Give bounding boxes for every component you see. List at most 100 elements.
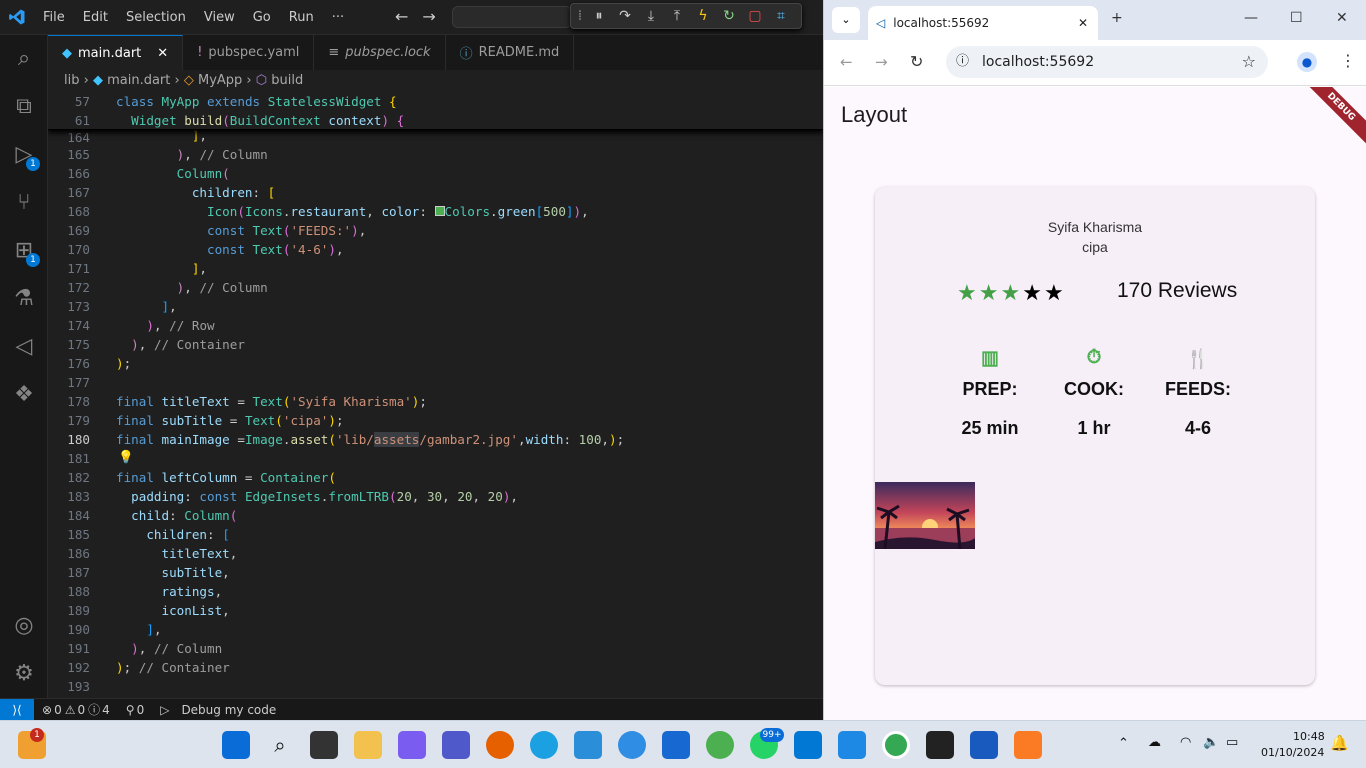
hot-reload-icon[interactable]: ϟ [691, 8, 715, 24]
tray-chevron-icon[interactable]: ⌃ [1118, 736, 1129, 751]
start-windows-icon[interactable] [222, 731, 250, 759]
search-icon[interactable]: ⌕ [10, 45, 38, 73]
ports-count[interactable]: 0 [137, 703, 145, 717]
whatsapp-badge: 99+ [760, 728, 784, 742]
xampp-icon[interactable] [1014, 731, 1042, 759]
tab-pubspec-lock[interactable]: ≡ pubspec.lock [314, 35, 446, 70]
teams-icon[interactable] [442, 731, 470, 759]
source-control-icon[interactable]: ⑂ [10, 189, 38, 217]
copilot-icon[interactable] [398, 731, 426, 759]
stop-icon[interactable]: ▢ [743, 8, 767, 24]
remote-icon[interactable]: ⟩⟨ [0, 698, 34, 721]
warning-count[interactable]: 0 [77, 703, 85, 717]
store-icon[interactable] [662, 731, 690, 759]
site-info-icon[interactable]: ⓘ [956, 46, 969, 78]
browser-tab[interactable]: ◁ localhost:55692 ✕ [868, 6, 1098, 40]
flutter-app: DEBUG Layout Syifa Kharisma cipa ★ ★ ★ ★ ★ 1… [824, 87, 1366, 720]
menu-more[interactable]: ··· [323, 0, 353, 35]
ports-icon[interactable]: ⚲ [126, 703, 135, 717]
new-tab-icon[interactable]: + [1111, 10, 1123, 26]
address-bar[interactable]: ⓘ localhost:55692 ☆ [946, 46, 1268, 78]
vscode-taskbar-icon[interactable] [794, 731, 822, 759]
menu-kebab-icon[interactable]: ⋮ [1340, 51, 1356, 70]
forward-icon[interactable]: → [875, 53, 888, 71]
breadcrumb-file[interactable]: main.dart [107, 73, 170, 88]
bookmark-star-icon[interactable]: ☆ [1242, 46, 1256, 78]
code-editor[interactable]: 57 class MyApp extends StatelessWidget { … [48, 92, 823, 698]
volume-icon[interactable]: 🔈 [1203, 735, 1219, 750]
photos-icon[interactable] [838, 731, 866, 759]
testing-icon[interactable]: ⚗ [10, 285, 38, 313]
figma-icon[interactable]: ❖ [10, 381, 38, 409]
command-center[interactable] [452, 6, 572, 28]
myhp-icon[interactable] [574, 731, 602, 759]
profile-avatar-icon[interactable]: ● [1297, 52, 1317, 72]
info-icon: ⓘ [459, 47, 473, 62]
back-arrow-icon[interactable]: ← [395, 7, 408, 26]
minimize-icon[interactable]: — [1244, 10, 1258, 26]
breadcrumb-method[interactable]: build [271, 73, 303, 88]
breadcrumb-class[interactable]: MyApp [198, 73, 242, 88]
info-icon[interactable]: ⓘ [88, 701, 100, 718]
step-into-icon[interactable]: ⤓ [639, 8, 663, 24]
pause-icon[interactable]: ⏸ [587, 8, 611, 24]
menu-selection[interactable]: Selection [117, 0, 195, 35]
word-icon[interactable] [970, 731, 998, 759]
cook-value: 1 hr [1077, 418, 1111, 438]
menu-go[interactable]: Go [244, 0, 280, 35]
firefox-icon[interactable] [486, 731, 514, 759]
warning-icon[interactable]: ⚠ [65, 703, 76, 717]
breadcrumb-lib[interactable]: lib [64, 73, 79, 88]
terminal-icon[interactable] [926, 731, 954, 759]
tab-main-dart[interactable]: ◆ main.dart ✕ [48, 35, 184, 70]
error-count[interactable]: 0 [54, 703, 62, 717]
clock-date[interactable]: 01/10/2024 [1261, 746, 1324, 759]
task-view-icon[interactable] [310, 731, 338, 759]
account-icon[interactable]: ◎ [10, 612, 38, 640]
close-icon[interactable]: ✕ [157, 46, 168, 61]
onedrive-icon[interactable]: ☁ [1148, 735, 1161, 750]
error-icon[interactable]: ⊗ [42, 703, 52, 717]
restart-icon[interactable]: ↻ [717, 8, 741, 24]
chrome-icon[interactable] [706, 731, 734, 759]
explorer-icon[interactable]: ⧉ [10, 93, 38, 121]
maximize-icon[interactable]: ☐ [1290, 10, 1303, 26]
chrome-active-icon[interactable] [882, 731, 910, 759]
battery-icon[interactable]: ▭ [1226, 735, 1238, 750]
wifi-icon[interactable]: ◠ [1180, 735, 1191, 750]
debug-config-label[interactable]: Debug my code [181, 703, 276, 717]
devtools-icon[interactable]: ⌗ [769, 8, 793, 24]
file-explorer-icon[interactable] [354, 731, 382, 759]
menu-file[interactable]: File [34, 0, 74, 35]
notification-bell-icon[interactable]: 🔔 [1330, 734, 1349, 752]
star-filled-icon: ★ [978, 281, 999, 306]
tab-pubspec-yaml[interactable]: ! pubspec.yaml [183, 35, 315, 70]
menu-view[interactable]: View [195, 0, 244, 35]
reload-icon[interactable]: ↻ [910, 52, 923, 71]
window-close-icon[interactable]: ✕ [1336, 10, 1348, 26]
edge-icon[interactable] [530, 731, 558, 759]
search-icon[interactable]: ⌕ [266, 731, 294, 759]
drag-handle-icon[interactable]: ⁞ [575, 8, 585, 24]
browser-window: ⌄ ◁ localhost:55692 ✕ + — ☐ ✕ ← → ↻ ⓘ lo… [823, 0, 1366, 720]
tab-readme[interactable]: ⓘ README.md [445, 35, 575, 70]
step-over-icon[interactable]: ↷ [613, 8, 637, 24]
menu-run[interactable]: Run [280, 0, 323, 35]
lightbulb-icon[interactable]: 💡 [118, 449, 134, 465]
forward-arrow-icon[interactable]: → [422, 7, 435, 26]
info-count[interactable]: 4 [102, 703, 110, 717]
flutter-icon[interactable]: ◁ [10, 333, 38, 361]
settings-gear-icon[interactable]: ⚙ [10, 660, 38, 688]
clock-time[interactable]: 10:48 [1293, 730, 1325, 743]
dart-icon: ◆ [92, 73, 103, 88]
debug-launch-icon[interactable]: ▷ [160, 703, 169, 717]
tab-label: main.dart [78, 45, 142, 61]
close-tab-icon[interactable]: ✕ [1078, 16, 1088, 30]
help-icon[interactable] [618, 731, 646, 759]
sunset-beach-image [875, 482, 975, 549]
menu-edit[interactable]: Edit [74, 0, 117, 35]
vscode-window: File Edit Selection View Go Run ··· ← → … [0, 0, 823, 721]
back-icon[interactable]: ← [840, 53, 853, 71]
tab-search-icon[interactable]: ⌄ [832, 7, 860, 33]
step-out-icon[interactable]: ⤒ [665, 8, 689, 24]
